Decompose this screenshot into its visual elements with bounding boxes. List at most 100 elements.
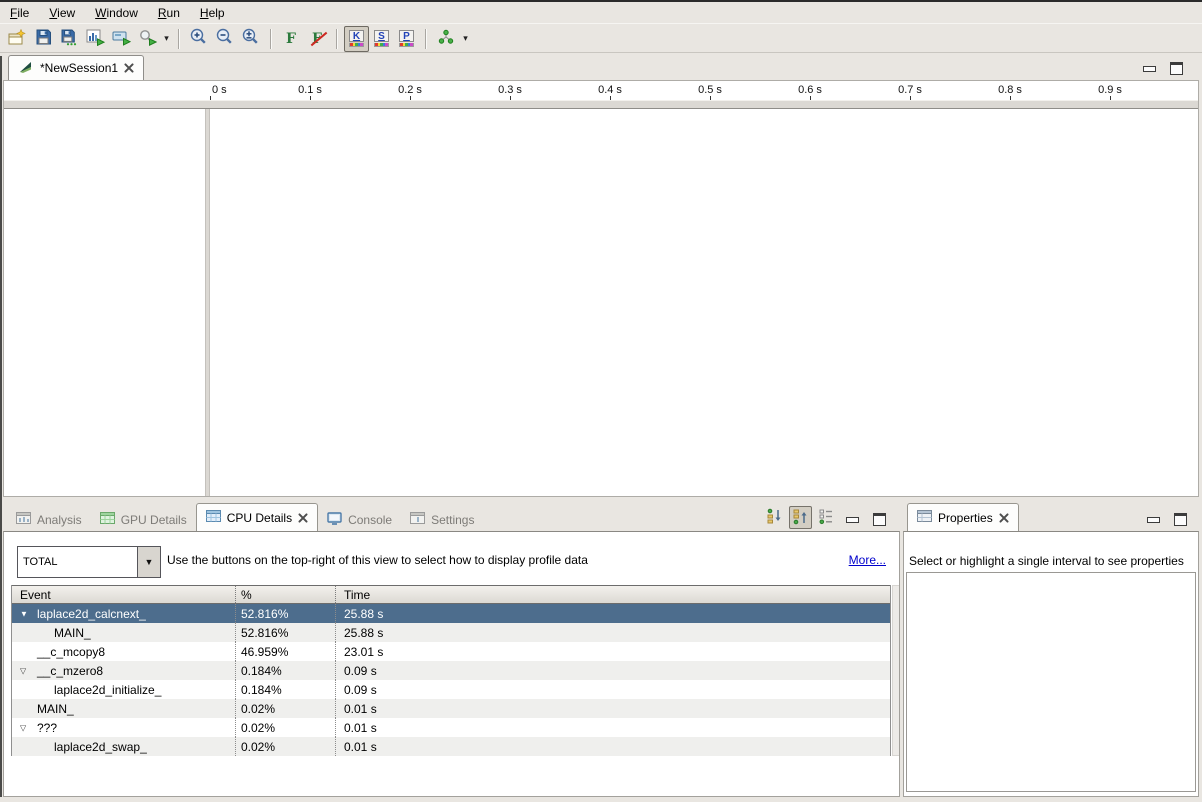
ruler-tick — [810, 96, 811, 100]
table-row[interactable]: MAIN_ 52.816% 25.88 s — [12, 623, 890, 642]
time-cell: 23.01 s — [335, 642, 890, 661]
cpu-view-toolbar — [763, 506, 838, 529]
properties-minmax — [1147, 513, 1187, 526]
more-link[interactable]: More... — [849, 553, 886, 567]
combo-dropdown-button[interactable]: ▼ — [137, 547, 160, 577]
zoom-in-button[interactable] — [186, 26, 212, 52]
maximize-icon[interactable] — [873, 513, 886, 526]
add-marker-button[interactable]: F — [278, 26, 304, 52]
ruler-bar — [4, 100, 1198, 109]
new-session-icon — [8, 29, 26, 49]
table-row[interactable]: MAIN_ 0.02% 0.01 s — [12, 699, 890, 718]
percent-cell: 0.02% — [235, 718, 335, 737]
properties-empty-box — [906, 572, 1196, 792]
ruler-tick-label: 0.8 s — [998, 84, 1022, 96]
column-header-percent[interactable]: % — [235, 586, 335, 603]
menu-window[interactable]: Window — [93, 4, 148, 22]
cpu-details-view: Analysis GPU Details CPU Details Console… — [3, 503, 900, 797]
properties-body: Select or highlight a single interval to… — [903, 531, 1199, 797]
minimize-icon[interactable] — [1143, 66, 1156, 72]
kernel-letter-icon: K — [349, 30, 364, 42]
event-cell: laplace2d_calcnext_ — [37, 607, 146, 621]
tab-properties[interactable]: Properties — [907, 503, 1019, 531]
profile-search-dropdown[interactable]: ▾ — [160, 26, 172, 52]
ruler-tick — [210, 96, 211, 100]
toolbar-separator — [336, 29, 338, 49]
analysis-tab-icon — [16, 512, 31, 527]
maximize-icon[interactable] — [1174, 513, 1187, 526]
event-cell: __c_mzero8 — [37, 664, 103, 678]
table-row[interactable]: laplace2d_initialize_ 0.184% 0.09 s — [12, 680, 890, 699]
clear-markers-button[interactable]: F — [304, 26, 330, 52]
save-button[interactable] — [30, 26, 56, 52]
event-cell: laplace2d_swap_ — [54, 740, 147, 754]
generate-timeline-button[interactable] — [82, 26, 108, 52]
time-cell: 0.09 s — [335, 680, 890, 699]
zoom-fit-button[interactable] — [238, 26, 264, 52]
event-cell: MAIN_ — [54, 626, 91, 640]
column-header-time[interactable]: Time — [335, 586, 890, 603]
expander-icon[interactable]: ▽ — [20, 666, 26, 675]
save-as-button[interactable] — [56, 26, 82, 52]
timeline-row-labels-pane[interactable] — [4, 109, 205, 496]
save-as-icon — [60, 29, 78, 49]
table-scrollbar[interactable] — [892, 585, 900, 756]
table-row[interactable]: ▽ __c_mzero8 0.184% 0.09 s — [12, 661, 890, 680]
tab-gpu-details[interactable]: GPU Details — [91, 508, 196, 531]
menu-view[interactable]: View — [47, 4, 85, 22]
expander-icon[interactable]: ▼ — [20, 609, 28, 618]
close-icon[interactable] — [999, 513, 1009, 523]
table-header[interactable]: Event % Time — [12, 585, 890, 604]
column-header-event[interactable]: Event — [12, 586, 235, 603]
stream-coloring-button[interactable]: S — [369, 26, 394, 52]
tab-settings[interactable]: Settings — [401, 508, 483, 531]
maximize-icon[interactable] — [1170, 62, 1183, 75]
kernel-coloring-button[interactable]: K — [344, 26, 369, 52]
event-cell: MAIN_ — [37, 702, 74, 716]
bottom-up-tree-icon — [792, 508, 809, 528]
percent-cell: 52.816% — [235, 604, 335, 623]
table-row[interactable]: __c_mcopy8 46.959% 23.01 s — [12, 642, 890, 661]
profile-scope-combo[interactable]: TOTAL ▼ — [17, 546, 161, 578]
toolbar-separator — [178, 29, 180, 49]
flat-view-button[interactable] — [815, 506, 838, 529]
expander-icon[interactable]: ▽ — [20, 723, 26, 732]
analysis-tree-button[interactable] — [433, 26, 459, 52]
timeline-chart-icon — [86, 29, 105, 49]
ruler-tick — [410, 96, 411, 100]
toolbar-separator — [270, 29, 272, 49]
tab-analysis[interactable]: Analysis — [7, 508, 91, 531]
run-analysis-button[interactable] — [108, 26, 134, 52]
dropdown-caret-icon: ▾ — [463, 33, 468, 44]
table-row[interactable]: laplace2d_swap_ 0.02% 0.01 s — [12, 737, 890, 756]
close-icon[interactable] — [298, 513, 308, 523]
table-row[interactable]: ▽ ??? 0.02% 0.01 s — [12, 718, 890, 737]
time-cell: 0.01 s — [335, 737, 890, 756]
table-row[interactable]: ▼ laplace2d_calcnext_ 52.816% 25.88 s — [12, 604, 890, 623]
process-coloring-button[interactable]: P — [394, 26, 419, 52]
tab-cpu-details[interactable]: CPU Details — [196, 503, 318, 531]
analysis-tree-dropdown[interactable]: ▾ — [459, 26, 471, 52]
console-tab-icon — [327, 512, 342, 528]
menu-run[interactable]: Run — [156, 4, 190, 22]
ruler-tick-label: 0 s — [212, 84, 227, 96]
process-letter-icon: P — [399, 30, 414, 42]
event-cell: laplace2d_initialize_ — [54, 683, 161, 697]
ruler-tick-label: 0.4 s — [598, 84, 622, 96]
magnifier-run-icon — [138, 29, 157, 49]
minimize-icon[interactable] — [1147, 517, 1160, 523]
zoom-out-button[interactable] — [212, 26, 238, 52]
tab-console[interactable]: Console — [318, 508, 401, 531]
timeline-canvas[interactable] — [210, 109, 1198, 496]
bottom-up-view-button[interactable] — [789, 506, 812, 529]
session-tab[interactable]: *NewSession1 — [8, 55, 144, 80]
menu-file[interactable]: File — [8, 4, 39, 22]
profile-search-button[interactable] — [134, 26, 160, 52]
menu-help[interactable]: Help — [198, 4, 235, 22]
minimize-icon[interactable] — [846, 517, 859, 523]
timeline-ruler[interactable]: 0 s 0.1 s 0.2 s 0.3 s 0.4 s 0.5 s 0.6 s … — [4, 81, 1198, 100]
time-cell: 0.09 s — [335, 661, 890, 680]
close-icon[interactable] — [124, 63, 134, 73]
tree-view-button[interactable] — [763, 506, 786, 529]
new-session-button[interactable] — [4, 26, 30, 52]
